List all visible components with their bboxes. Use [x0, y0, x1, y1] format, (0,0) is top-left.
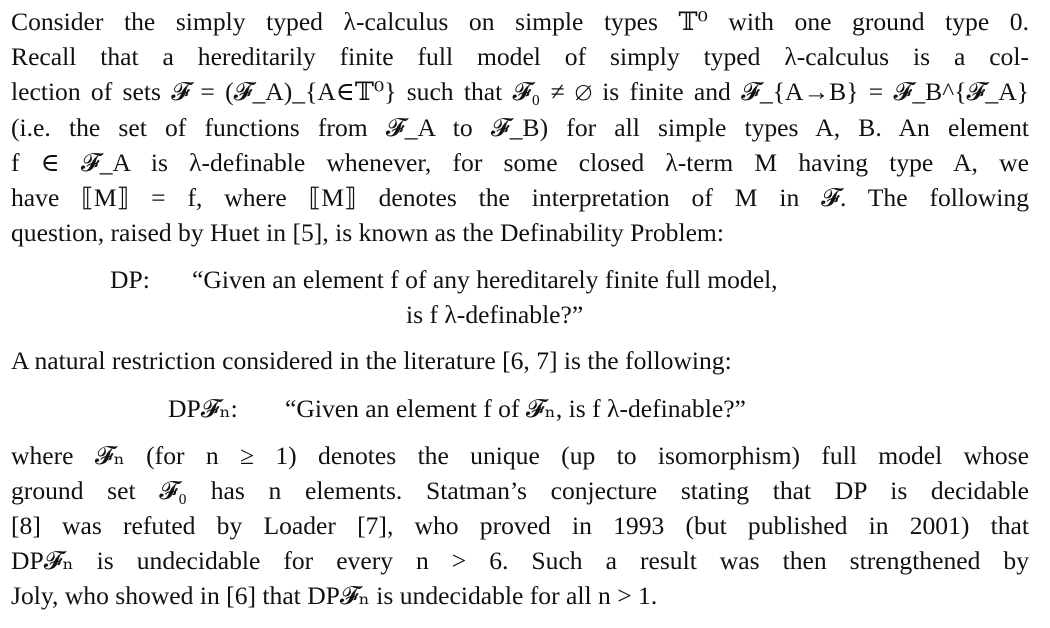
paragraph-definitions: Consider the simply typed λ-calculus on …	[11, 4, 1029, 250]
dp-label: DP:	[110, 265, 150, 295]
text-line: where 𝓕ₙ (for n ≥ 1) denotes the unique …	[11, 440, 1029, 470]
text-line: f ∈ 𝓕_A is λ-definable whenever, for som…	[11, 147, 1029, 177]
text-line: question, raised by Huet in [5], is know…	[11, 218, 724, 248]
paragraph-history: where 𝓕ₙ (for n ≥ 1) denotes the unique …	[11, 438, 1029, 614]
text-line: DP𝓕ₙ is undecidable for every n > 6. Suc…	[11, 546, 1029, 576]
text-line: have ⟦M⟧ = f, where ⟦M⟧ denotes the inte…	[11, 183, 1029, 213]
paragraph-restriction: A natural restriction considered in the …	[11, 343, 1029, 378]
text-line: Recall that a hereditarily finite full m…	[11, 42, 1029, 72]
dp-question-line2: is f λ-definable?”	[406, 300, 584, 330]
text-line: A natural restriction considered in the …	[11, 346, 732, 376]
text-line: [8] was refuted by Loader [7], who prove…	[11, 511, 1029, 541]
dp-question-line1: “Given an element f of any hereditarely …	[192, 265, 778, 295]
dpfn-question: “Given an element f of 𝓕ₙ, is f λ-defina…	[285, 393, 746, 423]
paper-excerpt: Consider the simply typed λ-calculus on …	[11, 4, 1029, 614]
text-line: (i.e. the set of functions from 𝓕_A to 𝓕…	[11, 112, 1029, 142]
text-line: ground set 𝓕₀ has n elements. Statman’s …	[11, 475, 1029, 505]
dp-problem-statement: DP: “Given an element f of any hereditar…	[11, 262, 1029, 332]
text-line: lection of sets 𝓕 = (𝓕_A)_{A∈𝕋⁰} such th…	[11, 77, 1029, 107]
dpfn-label: DP𝓕ₙ:	[168, 393, 238, 423]
dpfn-problem-statement: DP𝓕ₙ: “Given an element f of 𝓕ₙ, is f λ-…	[11, 391, 1029, 427]
text-line: Joly, who showed in [6] that DP𝓕ₙ is und…	[11, 581, 658, 611]
text-line: Consider the simply typed λ-calculus on …	[11, 7, 1029, 36]
